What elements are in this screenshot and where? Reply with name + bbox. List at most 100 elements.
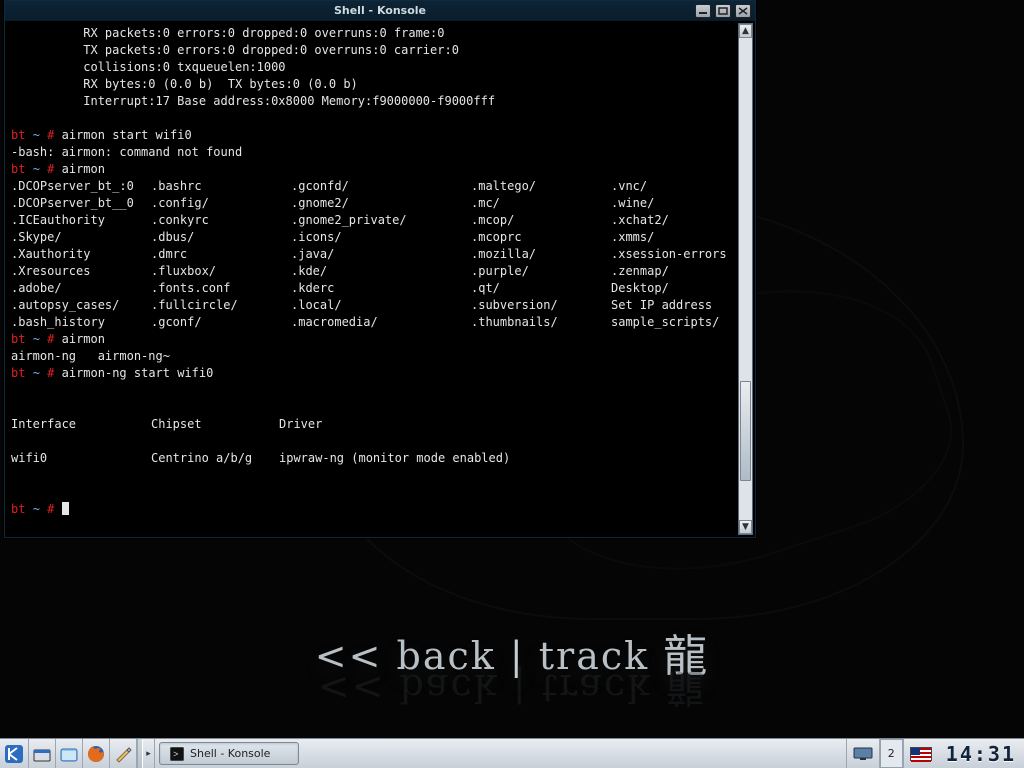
list-row: .DCOPserver_bt__0.config/.gnome2/.mc/.wi… [11,195,733,212]
wallpaper-brand-reflection: << back | track 龍 [318,664,707,719]
window-titlebar[interactable]: Shell - Konsole [5,1,755,21]
list-item: .dbus/ [151,229,291,246]
list-item: .icons/ [291,229,471,246]
firefox-button[interactable] [83,739,110,768]
scroll-up-button[interactable]: ▲ [739,24,752,38]
list-item: .Xresources [11,263,151,280]
taskbar-entry-konsole[interactable]: > Shell - Konsole [159,742,299,765]
terminal-scrollbar[interactable]: ▲ ▼ [738,23,753,535]
list-item: .macromedia/ [291,314,471,331]
list-item: .adobe/ [11,280,151,297]
list-item: .mc/ [471,195,611,212]
list-item: .subversion/ [471,297,611,314]
close-button[interactable] [735,4,751,18]
list-item: .Skype/ [11,229,151,246]
list-item: .fonts.conf [151,280,291,297]
error-line: -bash: airmon: command not found [11,145,242,159]
list-item: Set IP address [611,297,712,314]
taskbar-entry-label: Shell - Konsole [190,747,270,760]
minimize-button[interactable] [695,4,711,18]
list-item: .qt/ [471,280,611,297]
maximize-button[interactable] [715,4,731,18]
list-item: .vnc/ [611,178,647,195]
list-item: .gnome2/ [291,195,471,212]
system-tray: 2 14:31 [846,739,1024,768]
list-item: .gnome2_private/ [291,212,471,229]
list-item: .local/ [291,297,471,314]
list-row: .Xresources.fluxbox/.kde/.purple/.zenmap… [11,263,733,280]
svg-text:>: > [173,750,178,760]
list-item: .xsession-errors [611,246,727,263]
taskbar-spacer [303,739,846,768]
list-item: .mozilla/ [471,246,611,263]
list-row: .Skype/.dbus/.icons/.mcoprc.xmms/ [11,229,733,246]
list-item: .purple/ [471,263,611,280]
list-row: .DCOPserver_bt_:0.bashrc.gconfd/.maltego… [11,178,733,195]
taskbar-clock[interactable]: 14:31 [938,739,1024,768]
home-folder-button[interactable] [56,739,83,768]
display-tray-icon[interactable] [846,739,879,768]
list-item: .gconfd/ [291,178,471,195]
list-row: .adobe/.fonts.conf.kderc.qt/Desktop/ [11,280,733,297]
window-title: Shell - Konsole [5,4,755,17]
terminal-output[interactable]: RX packets:0 errors:0 dropped:0 overruns… [7,23,737,535]
cursor [62,502,69,515]
prompt-host: bt [11,128,25,142]
list-item: .xmms/ [611,229,654,246]
airmon-table-header: InterfaceChipsetDriver [11,416,733,433]
list-item: .java/ [291,246,471,263]
quicklaunch-expander[interactable]: ▸ [143,739,155,768]
list-item: .config/ [151,195,291,212]
editor-button[interactable] [110,739,137,768]
list-item: .mcoprc [471,229,611,246]
list-item: .kderc [291,280,471,297]
airmon-table-row: wifi0Centrino a/b/gipwraw-ng (monitor mo… [11,450,733,467]
list-item: Desktop/ [611,280,669,297]
list-item: .maltego/ [471,178,611,195]
list-item: .autopsy_cases/ [11,297,151,314]
net-line: RX packets:0 errors:0 dropped:0 overruns… [11,26,444,40]
command-line: airmon [62,332,105,346]
list-item: .bash_history [11,314,151,331]
list-item: .Xauthority [11,246,151,263]
kmenu-button[interactable] [0,739,29,768]
konsole-window[interactable]: Shell - Konsole RX packets:0 errors:0 dr… [4,0,756,538]
prompt-sep: # [47,128,54,142]
scroll-down-button[interactable]: ▼ [739,520,752,534]
command-line: airmon [62,162,105,176]
list-item: .ICEauthority [11,212,151,229]
list-row: .autopsy_cases/.fullcircle/.local/.subve… [11,297,733,314]
list-row: .bash_history.gconf/.macromedia/.thumbna… [11,314,733,331]
list-item: sample_scripts/ [611,314,719,331]
list-item: .gconf/ [151,314,291,331]
list-row: .Xauthority.dmrc.java/.mozilla/.xsession… [11,246,733,263]
pager-desktop-2[interactable]: 2 [879,739,903,768]
list-item: .bashrc [151,178,291,195]
flag-us-icon [910,747,932,761]
airmon-completion: airmon-ng airmon-ng~ [11,349,170,363]
list-item: .fullcircle/ [151,297,291,314]
net-line: collisions:0 txqueuelen:1000 [11,60,286,74]
net-line: TX packets:0 errors:0 dropped:0 overruns… [11,43,459,57]
list-item: .DCOPserver_bt_:0 [11,178,151,195]
scroll-thumb[interactable] [740,381,751,481]
taskbar: ▸ > Shell - Konsole 2 14:31 [0,738,1024,768]
net-line: RX bytes:0 (0.0 b) TX bytes:0 (0.0 b) [11,77,358,91]
list-item: .kde/ [291,263,471,280]
prompt-path: ~ [33,128,40,142]
list-item: .conkyrc [151,212,291,229]
tab-completion-listing: .DCOPserver_bt_:0.bashrc.gconfd/.maltego… [11,178,733,331]
list-item: .dmrc [151,246,291,263]
list-item: .thumbnails/ [471,314,611,331]
show-desktop-button[interactable] [29,739,56,768]
list-item: .DCOPserver_bt__0 [11,195,151,212]
list-row: .ICEauthority.conkyrc.gnome2_private/.mc… [11,212,733,229]
command-line: airmon-ng start wifi0 [62,366,214,380]
list-item: .fluxbox/ [151,263,291,280]
keyboard-layout-indicator[interactable] [903,739,938,768]
list-item: .xchat2/ [611,212,669,229]
list-item: .mcop/ [471,212,611,229]
list-item: .wine/ [611,195,654,212]
net-line: Interrupt:17 Base address:0x8000 Memory:… [11,94,495,108]
list-item: .zenmap/ [611,263,669,280]
